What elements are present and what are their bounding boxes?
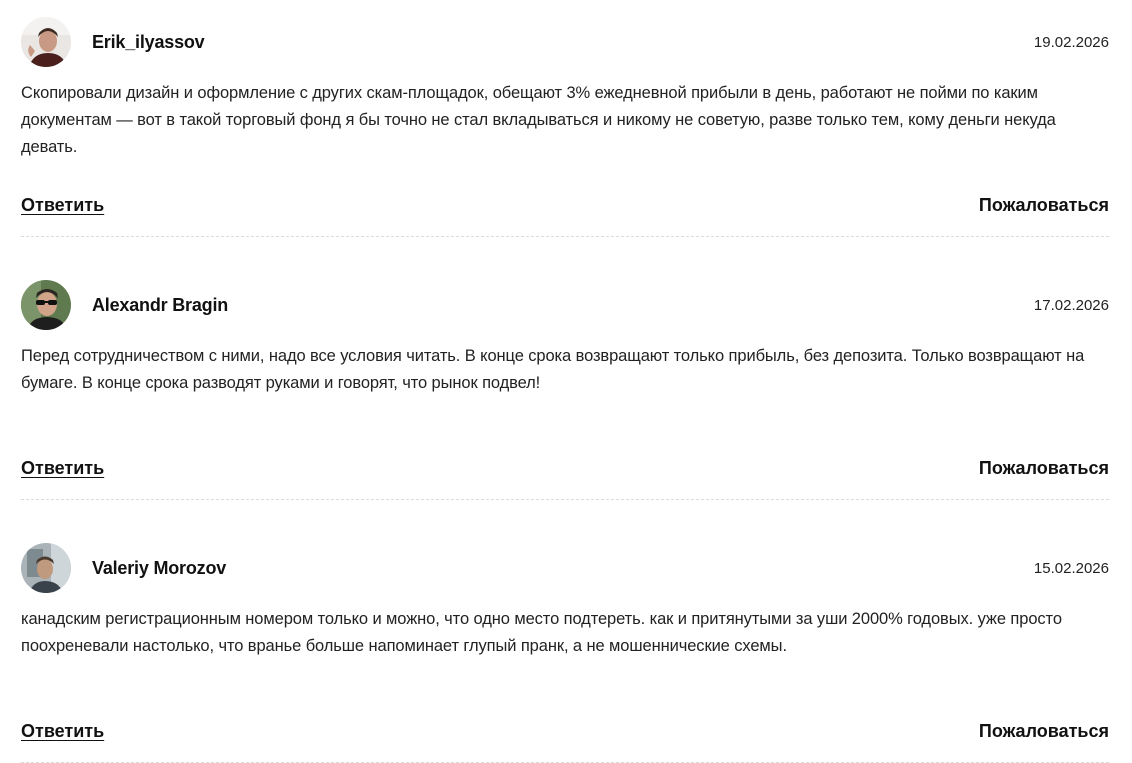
comment-item: Valeriy Morozov 15.02.2026 канадским рег… xyxy=(21,543,1109,763)
comment-text: Перед сотрудничеством с ними, надо все у… xyxy=(21,347,1085,392)
author-name: Alexandr Bragin xyxy=(92,294,229,315)
report-button[interactable]: Пожаловаться xyxy=(979,721,1109,742)
user-photo-icon xyxy=(21,17,71,67)
report-button[interactable]: Пожаловаться xyxy=(979,458,1109,479)
reply-link[interactable]: Ответить xyxy=(21,458,104,479)
comment-date: 17.02.2026 xyxy=(1033,296,1109,314)
comment-text: Скопировали дизайн и оформление с других… xyxy=(21,84,1056,156)
avatar[interactable] xyxy=(21,280,71,330)
comments-list: Erik_ilyassov 19.02.2026 Скопировали диз… xyxy=(21,17,1109,763)
author-name: Valeriy Morozov xyxy=(92,557,227,578)
reply-link[interactable]: Ответить xyxy=(21,195,104,216)
comment-item: Alexandr Bragin 17.02.2026 Перед сотрудн… xyxy=(21,280,1109,500)
comment-date: 15.02.2026 xyxy=(1033,559,1109,577)
user-photo-icon xyxy=(21,280,71,330)
author-name: Erik_ilyassov xyxy=(92,31,205,52)
user-photo-icon xyxy=(21,543,71,593)
comment-item: Erik_ilyassov 19.02.2026 Скопировали диз… xyxy=(21,17,1109,237)
comment-date: 19.02.2026 xyxy=(1033,33,1109,51)
comment-header: Alexandr Bragin 17.02.2026 xyxy=(21,280,1109,330)
comment-text: канадским регистрационным номером только… xyxy=(21,610,1062,655)
comment-actions: Ответить Пожаловаться xyxy=(21,458,1109,479)
comment-actions: Ответить Пожаловаться xyxy=(21,721,1109,742)
comment-header: Erik_ilyassov 19.02.2026 xyxy=(21,17,1109,67)
avatar[interactable] xyxy=(21,17,71,67)
reply-link[interactable]: Ответить xyxy=(21,721,104,742)
comment-actions: Ответить Пожаловаться xyxy=(21,195,1109,216)
avatar[interactable] xyxy=(21,543,71,593)
comment-header: Valeriy Morozov 15.02.2026 xyxy=(21,543,1109,593)
report-button[interactable]: Пожаловаться xyxy=(979,195,1109,216)
